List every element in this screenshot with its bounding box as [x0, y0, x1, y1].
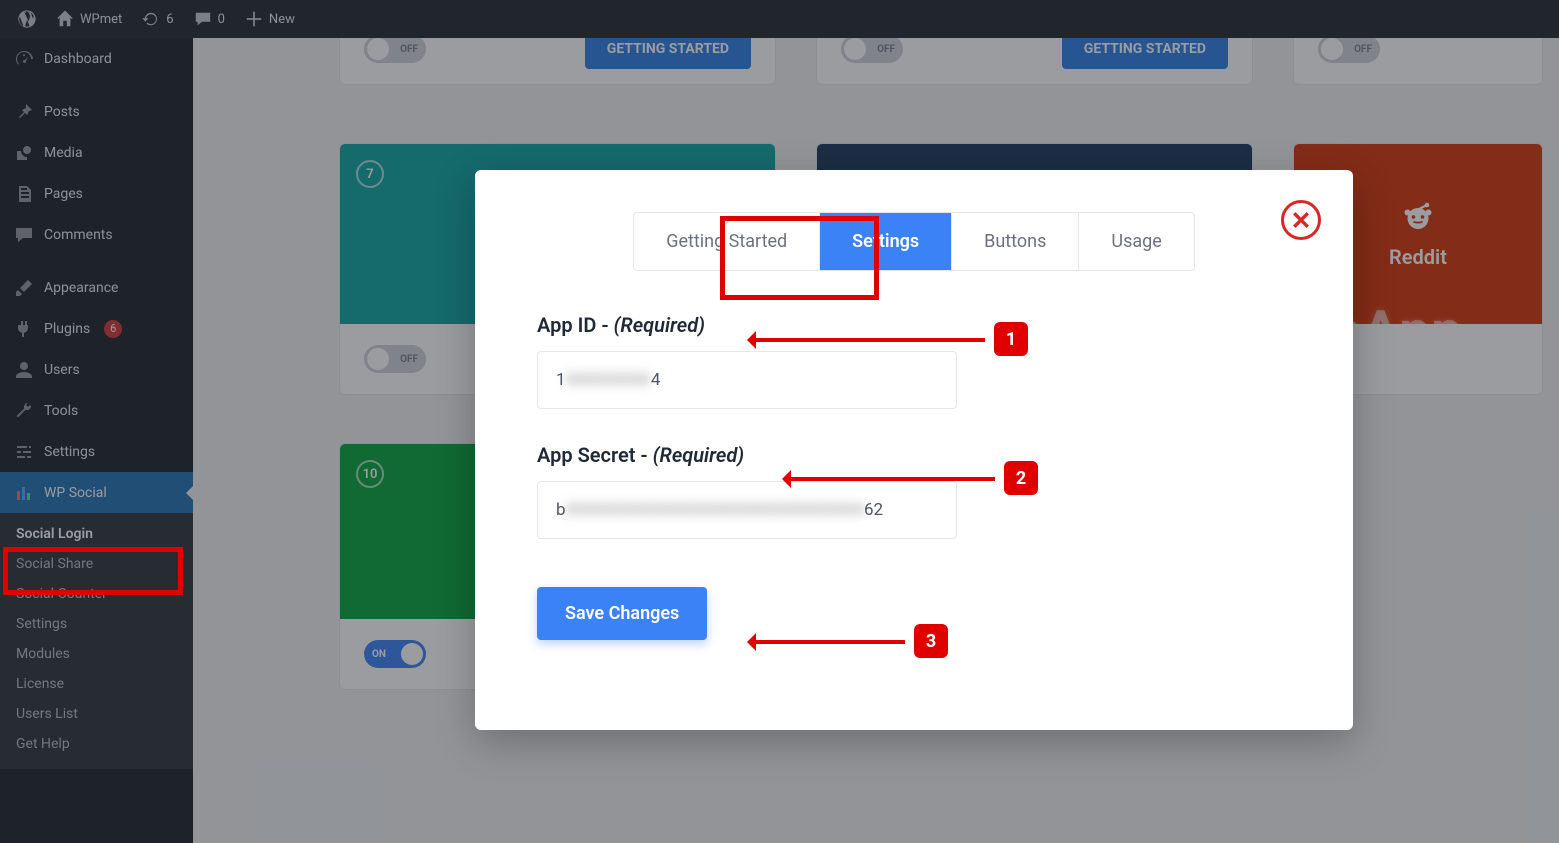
- app-id-value-end: 4: [651, 370, 661, 390]
- save-changes-button[interactable]: Save Changes: [537, 587, 707, 640]
- app-secret-masked: XXXXXXXXXXXXXXXXXXXXXXXXXXXX: [566, 500, 864, 520]
- close-button[interactable]: [1281, 200, 1321, 240]
- app-id-value: 1: [556, 370, 566, 390]
- app-secret-value-end: 62: [864, 500, 883, 520]
- modal-tabbar: Getting Started Settings Buttons Usage: [633, 212, 1195, 271]
- tab-getting-started[interactable]: Getting Started: [634, 213, 819, 270]
- app-secret-label: App Secret - (Required): [537, 443, 1291, 467]
- app-id-masked: XXXXXXXX: [566, 370, 651, 390]
- app-id-input[interactable]: 1XXXXXXXX4: [537, 351, 957, 409]
- app-secret-value: b: [556, 500, 566, 520]
- tab-usage[interactable]: Usage: [1078, 213, 1193, 270]
- app-secret-input[interactable]: bXXXXXXXXXXXXXXXXXXXXXXXXXXXX62: [537, 481, 957, 539]
- settings-modal: Getting Started Settings Buttons Usage A…: [475, 170, 1353, 730]
- tab-settings[interactable]: Settings: [819, 213, 951, 270]
- app-id-label: App ID - (Required): [537, 313, 1291, 337]
- tab-buttons[interactable]: Buttons: [951, 213, 1078, 270]
- close-icon: [1292, 211, 1310, 229]
